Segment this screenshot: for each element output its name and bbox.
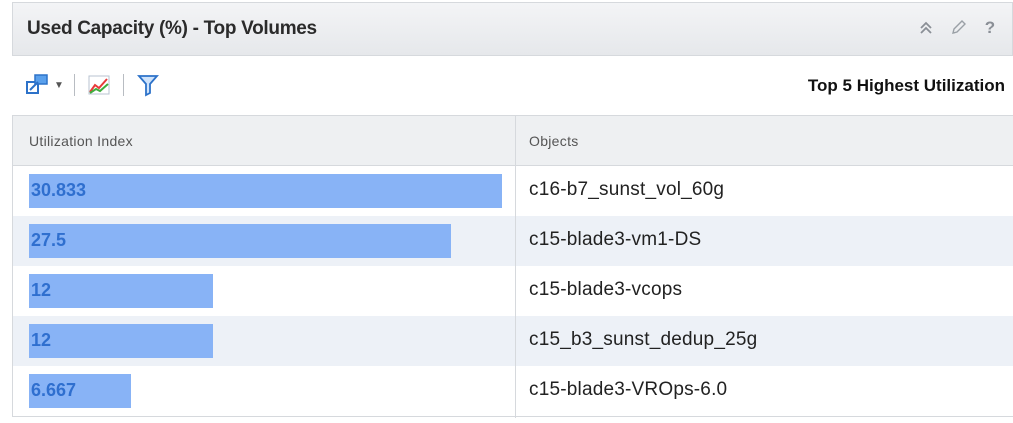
toolbar-divider [123, 74, 124, 96]
table-row[interactable]: 27.5 c15-blade3-vm1-DS [13, 216, 1013, 266]
widget-header: Used Capacity (%) - Top Volumes ? [12, 2, 1013, 56]
chevron-down-icon[interactable]: ▼ [54, 80, 64, 91]
help-icon[interactable]: ? [980, 17, 1000, 39]
widget-title: Used Capacity (%) - Top Volumes [27, 18, 317, 39]
column-header-utilization[interactable]: Utilization Index [29, 133, 133, 149]
top-volumes-widget: Used Capacity (%) - Top Volumes ? ▼ Top … [0, 0, 1013, 423]
table-row[interactable]: 12 c15_b3_sunst_dedup_25g [13, 316, 1013, 366]
header-actions: ? [916, 17, 1000, 39]
utilization-table: Utilization Index Objects 30.833 c16-b7_… [12, 115, 1013, 418]
collapse-icon[interactable] [916, 17, 936, 39]
utilization-bar [29, 274, 213, 308]
utilization-value: 12 [31, 280, 52, 300]
table-row[interactable]: 6.667 c15-blade3-VROps-6.0 [13, 366, 1013, 416]
utilization-bar [29, 224, 451, 258]
widget-toolbar: ▼ Top 5 Highest Utilization [12, 56, 1013, 114]
object-name[interactable]: c15_b3_sunst_dedup_25g [529, 329, 757, 351]
table-row[interactable]: 30.833 c16-b7_sunst_vol_60g [13, 166, 1013, 216]
table-bottom-border [12, 416, 1013, 417]
table-row[interactable]: 12 c15-blade3-vcops [13, 266, 1013, 316]
filter-icon[interactable] [134, 72, 162, 98]
utilization-value: 6.667 [31, 380, 77, 400]
object-name[interactable]: c15-blade3-vcops [529, 279, 682, 301]
column-divider [515, 116, 516, 418]
object-name[interactable]: c15-blade3-vm1-DS [529, 229, 701, 251]
toolbar-actions: ▼ [26, 72, 162, 98]
trend-chart-icon[interactable] [85, 72, 113, 98]
edit-icon[interactable] [948, 17, 968, 39]
object-name[interactable]: c15-blade3-VROps-6.0 [529, 379, 727, 401]
utilization-value: 27.5 [31, 230, 67, 250]
top-n-label: Top 5 Highest Utilization [807, 76, 1005, 95]
column-header-objects[interactable]: Objects [529, 133, 579, 149]
object-name[interactable]: c16-b7_sunst_vol_60g [529, 179, 724, 201]
table-header: Utilization Index Objects [13, 116, 1013, 166]
utilization-bar [29, 174, 502, 208]
utilization-value: 12 [31, 330, 52, 350]
toolbar-divider [74, 74, 75, 96]
utilization-value: 30.833 [31, 180, 87, 200]
utilization-bar [29, 324, 213, 358]
object-navigate-icon[interactable]: ▼ [26, 72, 64, 98]
